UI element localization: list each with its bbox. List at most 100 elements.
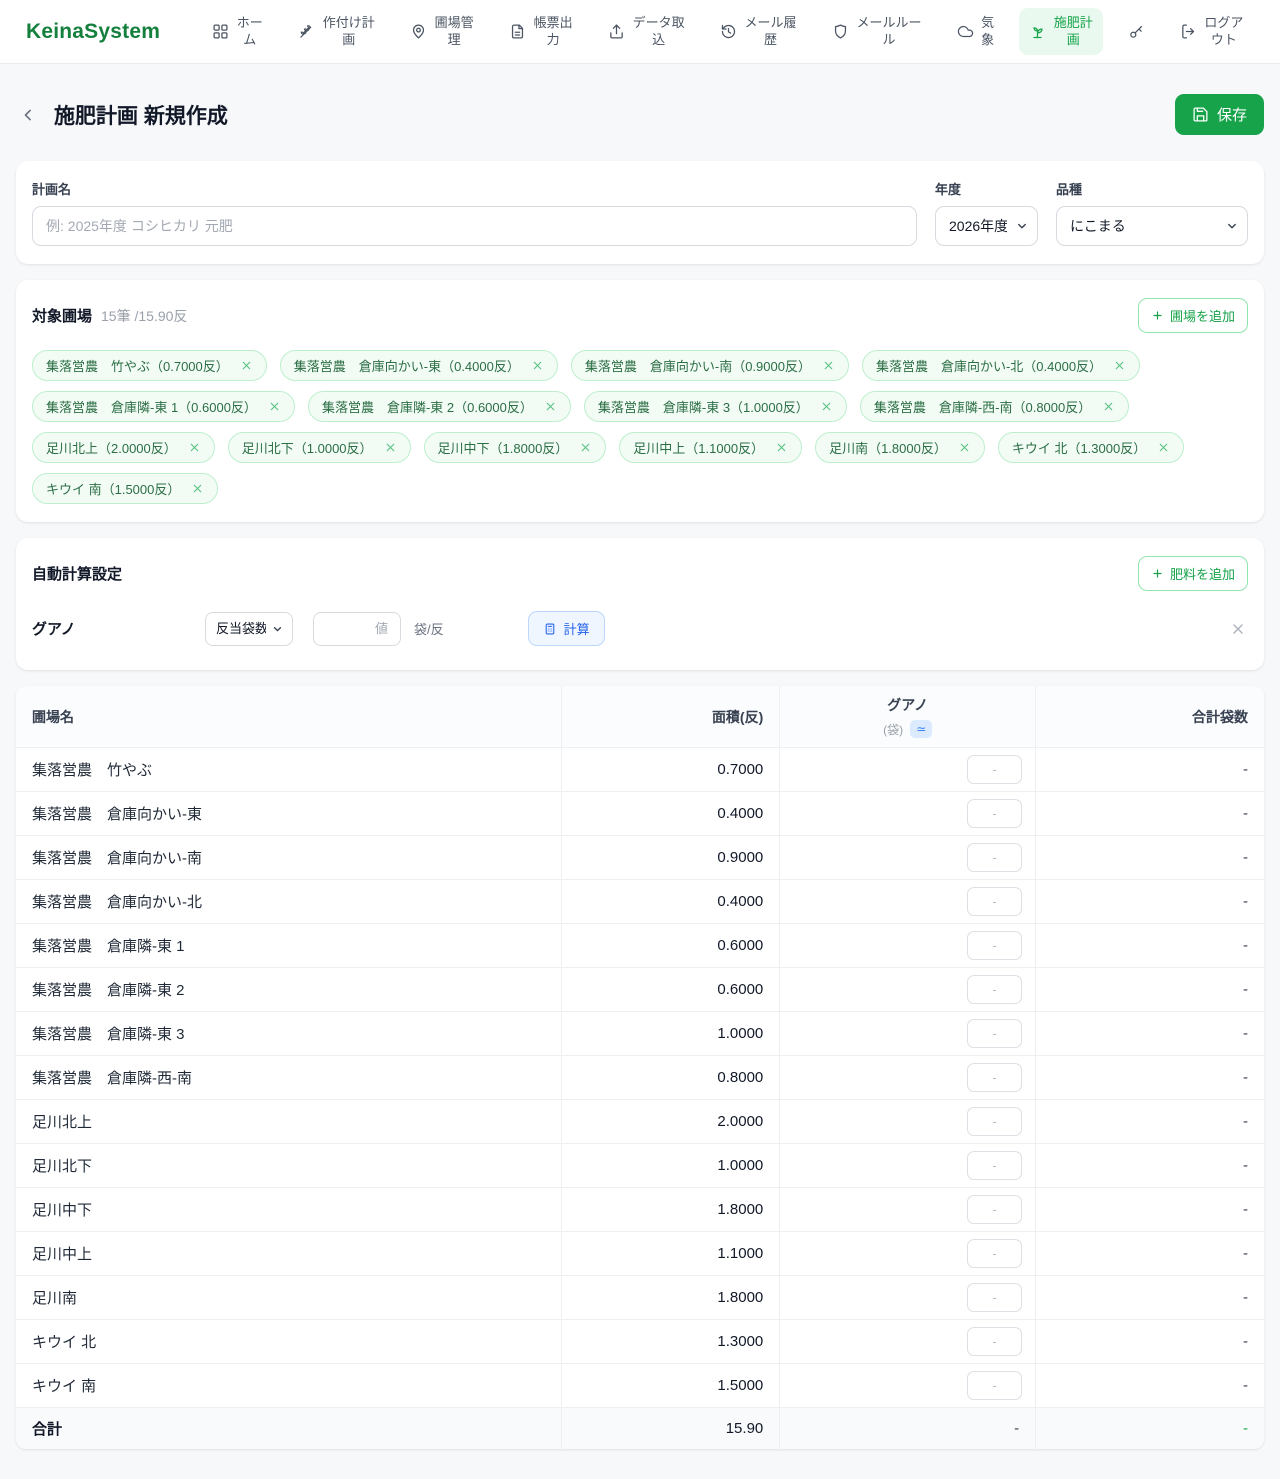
field-tag-label: 足川南（1.8000反） xyxy=(829,438,947,457)
chevron-left-icon xyxy=(18,105,38,125)
field-tag-label: 足川中上（1.1000反） xyxy=(633,438,764,457)
fertilizer-bags-input[interactable] xyxy=(967,755,1022,784)
field-tag-label: 足川北上（2.0000反） xyxy=(46,438,177,457)
fertilizer-bags-input[interactable] xyxy=(967,975,1022,1004)
field-tag: 足川中下（1.8000反） xyxy=(424,432,607,463)
nav-item-report-output[interactable]: 帳票出力 xyxy=(499,8,583,56)
area-cell: 0.4000 xyxy=(561,792,779,836)
field-tag: 集落営農 倉庫隣-東 1（0.6000反） xyxy=(32,391,295,422)
tag-close-icon[interactable] xyxy=(822,359,835,372)
nav-item-label: 気象 xyxy=(981,15,995,49)
nav-item-home[interactable]: ホーム xyxy=(202,8,273,56)
tag-close-icon[interactable] xyxy=(531,359,544,372)
area-cell: 0.6000 xyxy=(561,924,779,968)
tag-close-icon[interactable] xyxy=(188,441,201,454)
year-label: 年度 xyxy=(935,179,1038,198)
field-name-cell: キウイ 北 xyxy=(16,1320,561,1364)
table-row: 集落営農 倉庫隣-西-南 0.8000 - xyxy=(16,1056,1264,1100)
calculator-icon xyxy=(543,622,557,636)
tag-close-icon[interactable] xyxy=(775,441,788,454)
nav-item-planting-plan[interactable]: 作付け計画 xyxy=(288,8,385,56)
tag-close-icon[interactable] xyxy=(544,400,557,413)
nav-item-weather[interactable]: 気象 xyxy=(947,8,1005,56)
nav-item-mail-history[interactable]: メール履歴 xyxy=(710,8,807,56)
nav-item-label: データ取込 xyxy=(632,15,685,49)
fertilizer-cell xyxy=(780,1320,1036,1364)
nav-item-mail-rules[interactable]: メールルール xyxy=(822,8,932,56)
rounding-toggle-badge[interactable]: ≃ xyxy=(910,720,932,738)
plan-name-input[interactable] xyxy=(32,206,917,246)
fertilizer-bags-input[interactable] xyxy=(967,1151,1022,1180)
table-row: 集落営農 竹やぶ 0.7000 - xyxy=(16,748,1264,792)
tag-close-icon[interactable] xyxy=(384,441,397,454)
field-tag-label: 集落営農 倉庫向かい-東（0.4000反） xyxy=(294,356,520,375)
header-fertilizer: グアノ (袋) ≃ xyxy=(780,686,1036,748)
nav-item-label: 圃場管理 xyxy=(434,15,474,49)
table-row: 足川北下 1.0000 - xyxy=(16,1144,1264,1188)
calc-value-input[interactable] xyxy=(313,612,401,646)
table-row: 集落営農 倉庫隣-東 1 0.6000 - xyxy=(16,924,1264,968)
tag-close-icon[interactable] xyxy=(191,482,204,495)
nav-item-label: 作付け計画 xyxy=(322,15,375,49)
nav-item-field-management[interactable]: 圃場管理 xyxy=(400,8,484,56)
nav-item-api-key[interactable] xyxy=(1118,16,1155,47)
table-row: 集落営農 倉庫隣-東 2 0.6000 - xyxy=(16,968,1264,1012)
tag-close-icon[interactable] xyxy=(268,400,281,413)
save-button[interactable]: 保存 xyxy=(1175,94,1264,135)
fertilizer-bags-input[interactable] xyxy=(967,1239,1022,1268)
fertilizer-bags-input[interactable] xyxy=(967,1327,1022,1356)
field-name-cell: 集落営農 倉庫向かい-東 xyxy=(16,792,561,836)
remove-fertilizer-icon[interactable] xyxy=(1228,619,1248,639)
table-body: 集落営農 竹やぶ 0.7000 - 集落営農 倉庫向かい-東 0.4000 xyxy=(16,748,1264,1408)
add-fertilizer-button[interactable]: 肥料を追加 xyxy=(1138,556,1248,591)
fertilizer-bags-input[interactable] xyxy=(967,1371,1022,1400)
field-tag-label: 集落営農 倉庫向かい-北（0.4000反） xyxy=(876,356,1102,375)
field-tag: 集落営農 倉庫向かい-南（0.9000反） xyxy=(571,350,849,381)
field-tag: 集落営農 倉庫向かい-東（0.4000反） xyxy=(280,350,558,381)
tag-close-icon[interactable] xyxy=(1102,400,1115,413)
fertilizer-bags-input[interactable] xyxy=(967,1195,1022,1224)
back-button[interactable] xyxy=(16,103,40,127)
calc-mode-select[interactable]: 反当袋数 xyxy=(205,612,293,646)
fertilizer-bags-input[interactable] xyxy=(967,1107,1022,1136)
auto-calc-title: 自動計算設定 xyxy=(32,563,122,584)
plus-icon xyxy=(1151,567,1164,580)
row-total-cell: - xyxy=(1036,1012,1264,1056)
nav-item-fertilization-plan[interactable]: 施肥計画 xyxy=(1019,8,1103,56)
area-cell: 1.1000 xyxy=(561,1232,779,1276)
header-fertilizer-name: グアノ xyxy=(796,695,1019,715)
tag-close-icon[interactable] xyxy=(1113,359,1126,372)
fertilizer-bags-input[interactable] xyxy=(967,799,1022,828)
fertilizer-bags-input[interactable] xyxy=(967,887,1022,916)
fertilizer-bags-input[interactable] xyxy=(967,1283,1022,1312)
fertilizer-bags-input[interactable] xyxy=(967,1019,1022,1048)
add-field-button[interactable]: 圃場を追加 xyxy=(1138,298,1248,333)
field-tag: 集落営農 倉庫隣-東 2（0.6000反） xyxy=(308,391,571,422)
tag-close-icon[interactable] xyxy=(958,441,971,454)
tag-close-icon[interactable] xyxy=(579,441,592,454)
nav-item-data-import[interactable]: データ取込 xyxy=(598,8,695,56)
fertilizer-bags-input[interactable] xyxy=(967,1063,1022,1092)
table-row: 足川南 1.8000 - xyxy=(16,1276,1264,1320)
fertilizer-bags-input[interactable] xyxy=(967,843,1022,872)
area-cell: 1.3000 xyxy=(561,1320,779,1364)
tag-close-icon[interactable] xyxy=(1157,441,1170,454)
row-total-cell: - xyxy=(1036,1056,1264,1100)
tag-close-icon[interactable] xyxy=(820,400,833,413)
map-pin-icon xyxy=(410,23,427,40)
table-row: キウイ 北 1.3000 - xyxy=(16,1320,1264,1364)
field-tag-label: 集落営農 倉庫隣-東 3（1.0000反） xyxy=(598,397,809,416)
field-tags: 集落営農 竹やぶ（0.7000反） 集落営農 倉庫向かい-東（0.4000反） … xyxy=(32,350,1248,504)
page-title: 施肥計画 新規作成 xyxy=(54,100,228,130)
nav-item-logout[interactable]: ログアウト xyxy=(1170,8,1254,56)
variety-select[interactable]: にこまる xyxy=(1056,206,1248,246)
year-select[interactable]: 2026年度 xyxy=(935,206,1038,246)
field-tag-label: 集落営農 倉庫向かい-南（0.9000反） xyxy=(585,356,811,375)
row-total-cell: - xyxy=(1036,924,1264,968)
fertilizer-bags-input[interactable] xyxy=(967,931,1022,960)
row-total-cell: - xyxy=(1036,1276,1264,1320)
row-total-cell: - xyxy=(1036,792,1264,836)
tag-close-icon[interactable] xyxy=(240,359,253,372)
calculate-button[interactable]: 計算 xyxy=(528,611,605,646)
top-navbar: KeinaSystem ホーム 作付け計画 圃場管理 帳票出力 xyxy=(0,0,1280,64)
